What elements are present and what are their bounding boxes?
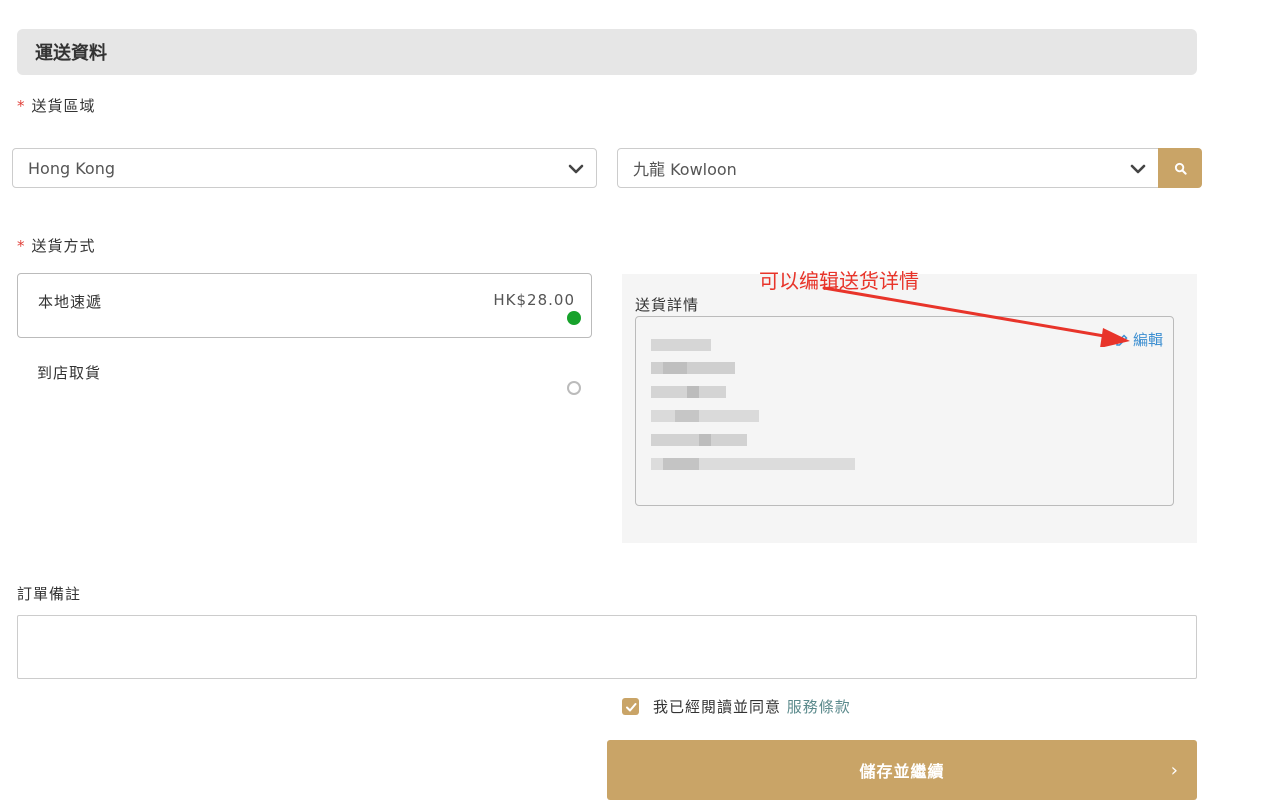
shipping-option-pickup[interactable]: 到店取貨 [17,350,592,410]
search-icon [1174,162,1187,175]
required-star: * [17,97,26,115]
save-continue-label: 儲存並繼續 [859,762,945,781]
order-notes-label: 訂單備註 [17,585,82,603]
order-notes-field[interactable] [17,615,1200,682]
district-select-value: 九龍 Kowloon [633,160,737,179]
agreement-label: 我已經閱讀並同意 [653,698,782,716]
delivery-method-label-text: 送貨方式 [31,237,96,255]
annotation-arrow-icon [822,286,1130,347]
terms-link[interactable]: 服務條款 [787,698,851,716]
terms-checkbox[interactable] [622,698,639,715]
radio-unselected[interactable] [567,381,581,395]
shipping-option-price: HK$28.00 [493,291,575,309]
chevron-right-icon: › [1170,760,1179,781]
shipping-option-express[interactable]: 本地速遞 HK$28.00 [17,273,592,338]
shipping-option-name: 到店取貨 [37,364,102,382]
delivery-area-label-text: 送貨區域 [31,97,96,115]
section-title: 運送資料 [17,29,1197,75]
order-notes-input[interactable] [18,616,1200,682]
agreement-text: 我已經閱讀並同意 服務條款 [653,696,851,717]
chevron-down-icon [568,164,584,174]
edit-link-text: 編輯 [1132,331,1163,349]
district-select[interactable]: 九龍 Kowloon [617,148,1159,188]
chevron-down-icon [1130,164,1146,174]
shipping-option-name: 本地速遞 [38,293,103,311]
delivery-area-label: * 送貨區域 [17,95,96,116]
region-select-value: Hong Kong [28,158,115,178]
search-button[interactable] [1158,148,1202,188]
delivery-details-label: 送貨詳情 [635,296,700,314]
section-title-text: 運送資料 [35,43,107,64]
delivery-method-label: * 送貨方式 [17,235,96,256]
region-select[interactable]: Hong Kong [12,148,597,188]
check-icon [625,702,636,711]
save-continue-button[interactable]: 儲存並繼續 › [607,740,1197,800]
radio-selected[interactable] [567,311,581,325]
required-star: * [17,237,26,255]
